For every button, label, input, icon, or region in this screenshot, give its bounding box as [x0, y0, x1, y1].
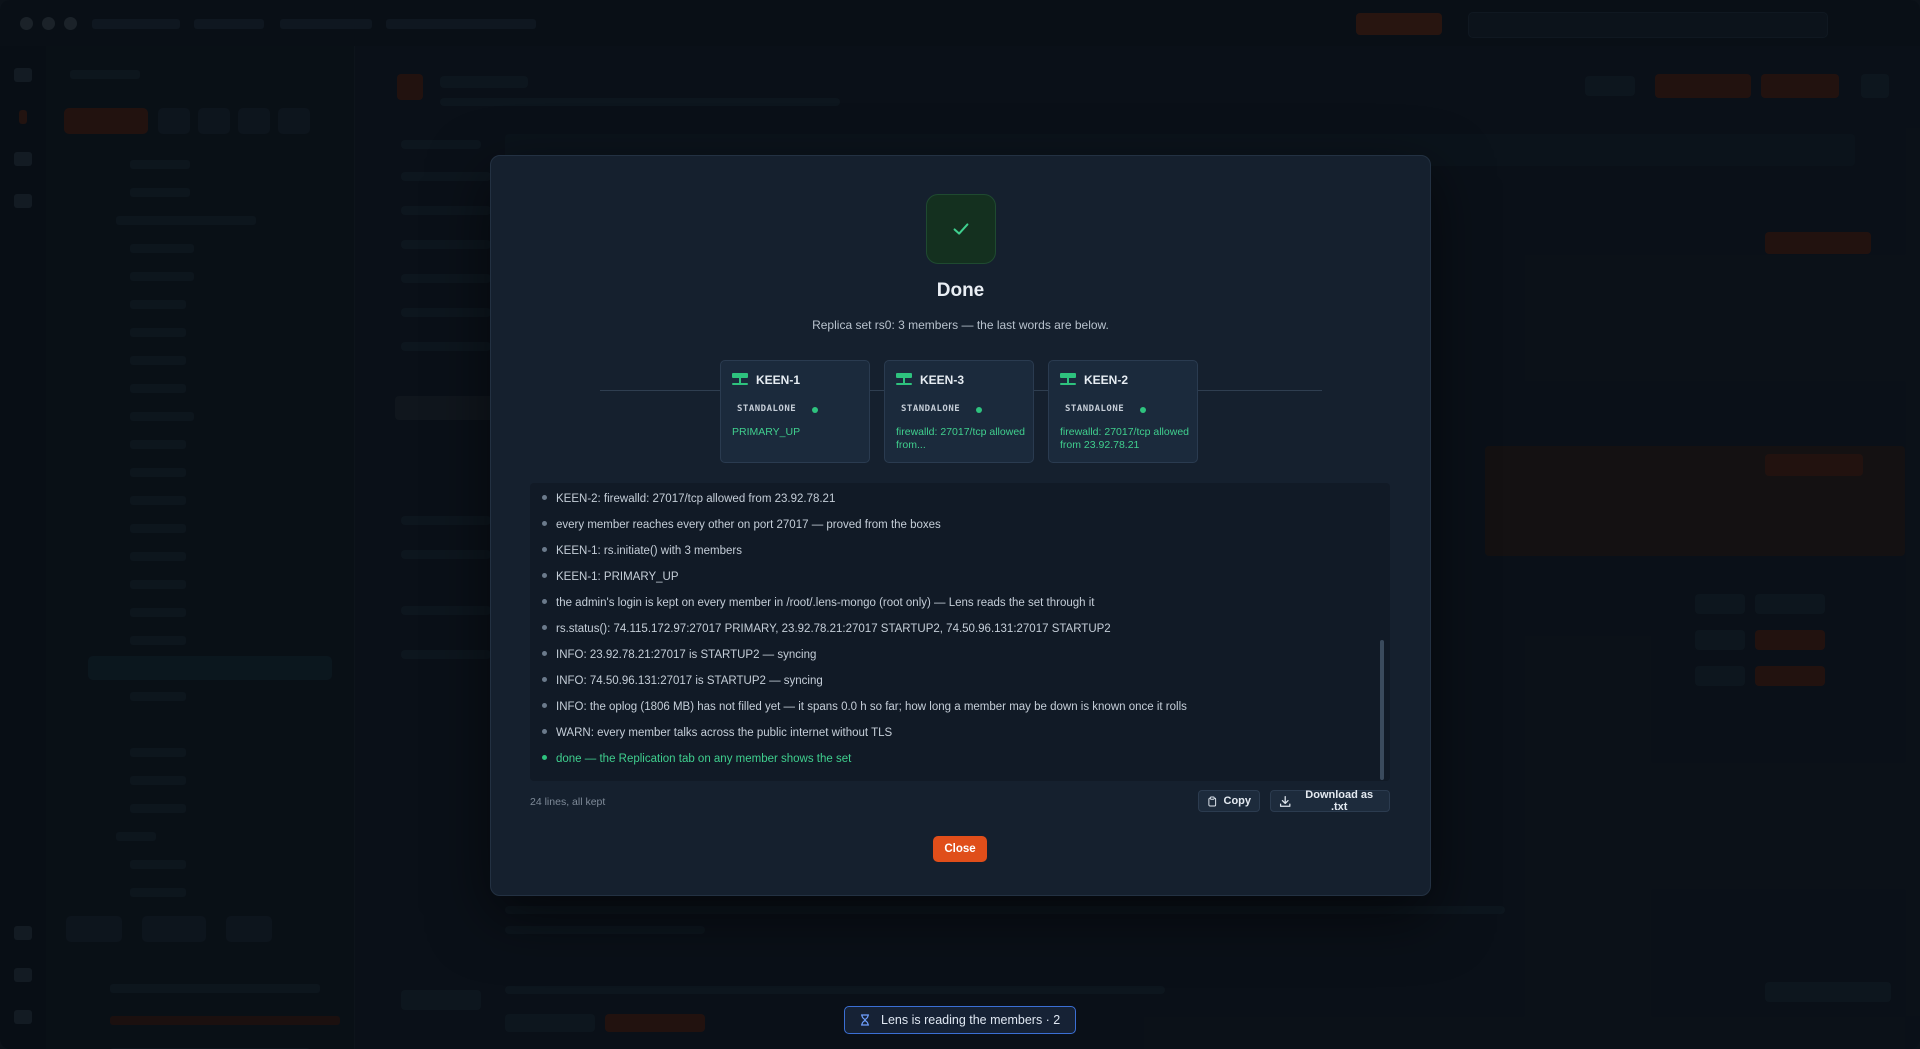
- download-button-label: Download as .txt: [1305, 789, 1374, 813]
- member-card-keen-1: KEEN-1 STANDALONE PRIMARY_UP: [720, 360, 870, 463]
- log-line: the admin's login is kept on every membe…: [542, 595, 1095, 611]
- log-line: KEEN-1: rs.initiate() with 3 members: [542, 543, 742, 559]
- hourglass-icon: [860, 1014, 870, 1026]
- log-line: KEEN-2: firewalld: 27017/tcp allowed fro…: [542, 491, 835, 507]
- download-txt-button[interactable]: Download as .txt: [1270, 789, 1390, 813]
- toast-text: Lens is reading the members · 2: [881, 1013, 1061, 1027]
- member-card-keen-3: KEEN-3 STANDALONE firewalld: 27017/tcp a…: [884, 360, 1034, 463]
- member-status-dot: [976, 407, 982, 413]
- status-toast: Lens is reading the members · 2: [844, 1006, 1076, 1034]
- line-count: 24 lines, all kept: [530, 796, 606, 808]
- server-icon: [896, 373, 912, 385]
- log-line: every member reaches every other on port…: [542, 517, 941, 533]
- server-icon: [732, 373, 748, 385]
- log-line: INFO: 23.92.78.21:27017 is STARTUP2 — sy…: [542, 647, 816, 663]
- member-status-dot: [812, 407, 818, 413]
- member-role: STANDALONE: [901, 404, 961, 414]
- dialog-title: Done: [936, 280, 985, 301]
- copy-button-label: Copy: [1223, 795, 1252, 807]
- member-state: firewalld: 27017/tcp allowed from 23.92.…: [1060, 426, 1189, 451]
- copy-button[interactable]: Copy: [1198, 790, 1260, 812]
- log-line: rs.status(): 74.115.172.97:27017 PRIMARY…: [542, 621, 1111, 637]
- member-card-keen-2: KEEN-2 STANDALONE firewalld: 27017/tcp a…: [1048, 360, 1198, 463]
- member-role: STANDALONE: [1065, 404, 1125, 414]
- clipboard-icon: [1208, 796, 1217, 806]
- member-state: firewalld: 27017/tcp allowed from...: [896, 426, 1025, 451]
- log-line: INFO: 74.50.96.131:27017 is STARTUP2 — s…: [542, 673, 823, 689]
- done-dialog: Done Replica set rs0: 3 members — the la…: [490, 155, 1431, 896]
- log-scrollbar[interactable]: [1380, 640, 1384, 780]
- member-name: KEEN-1: [756, 373, 801, 387]
- success-check-icon: [926, 194, 996, 264]
- dialog-subtitle: Replica set rs0: 3 members — the last wo…: [812, 318, 1109, 332]
- member-name: KEEN-3: [920, 373, 965, 387]
- log-line: WARN: every member talks across the publ…: [542, 725, 892, 741]
- log-line: KEEN-1: PRIMARY_UP: [542, 569, 679, 585]
- app-window: Done Replica set rs0: 3 members — the la…: [0, 0, 1920, 1049]
- log-line-done: done — the Replication tab on any member…: [542, 751, 851, 767]
- member-name: KEEN-2: [1084, 373, 1129, 387]
- member-role: STANDALONE: [737, 404, 797, 414]
- server-icon: [1060, 373, 1076, 385]
- close-button[interactable]: Close: [933, 836, 987, 862]
- log-output-panel[interactable]: KEEN-2: firewalld: 27017/tcp allowed fro…: [530, 483, 1390, 781]
- download-icon: [1279, 795, 1291, 807]
- log-line: INFO: the oplog (1806 MB) has not filled…: [542, 699, 1187, 715]
- member-state: PRIMARY_UP: [732, 426, 801, 438]
- check-icon: [953, 223, 969, 235]
- member-status-dot: [1140, 407, 1146, 413]
